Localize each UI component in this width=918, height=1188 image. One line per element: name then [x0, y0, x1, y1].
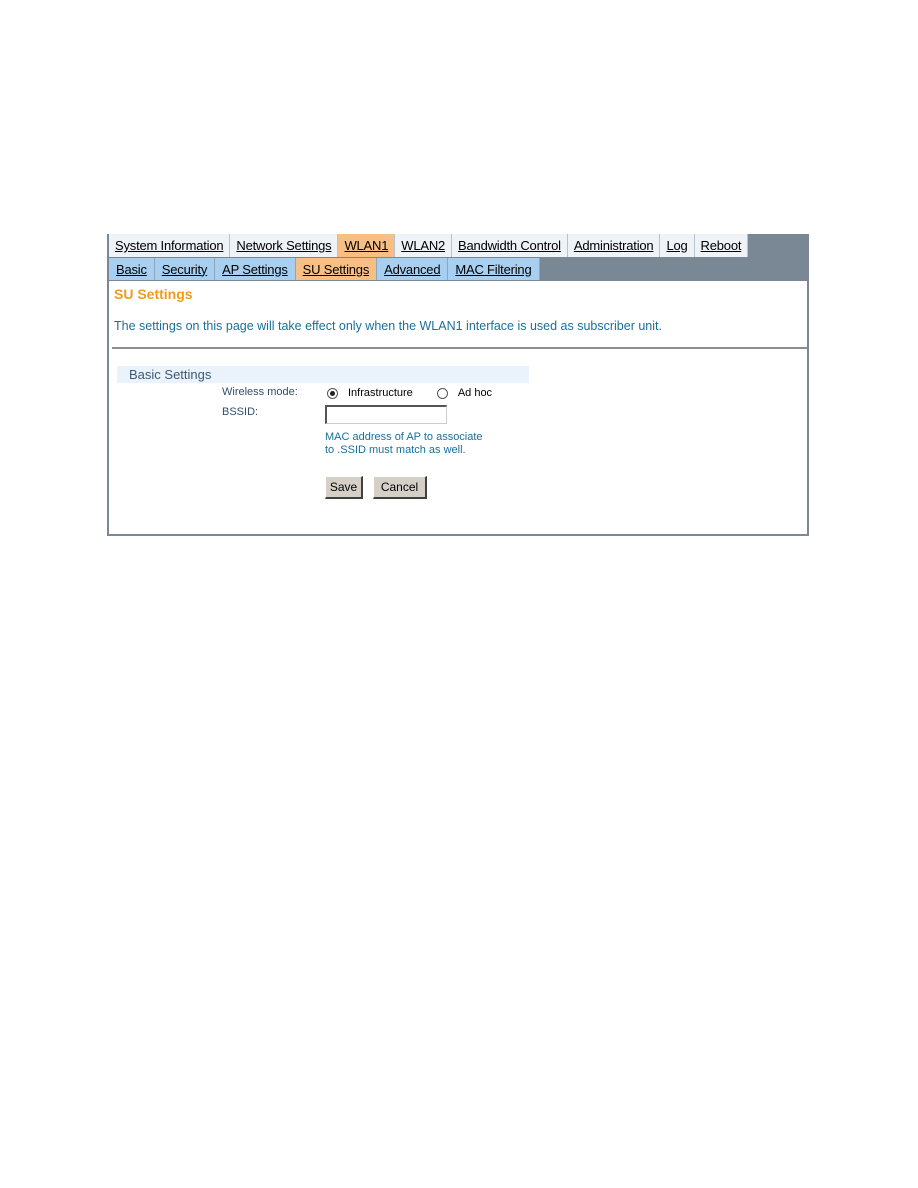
bssid-hint-line-2: to .SSID must match as well.	[325, 444, 466, 456]
radio-infrastructure[interactable]	[327, 387, 338, 399]
subtab-basic[interactable]: Basic	[109, 258, 155, 280]
main-tab-bar: System Information Network Settings WLAN…	[109, 234, 809, 258]
section-header-basic-settings: Basic Settings	[117, 366, 529, 383]
tab-log[interactable]: Log	[660, 234, 695, 257]
radio-ad-hoc-label: Ad hoc	[457, 387, 493, 399]
tab-wlan2[interactable]: WLAN2	[395, 234, 453, 257]
divider	[112, 347, 807, 349]
wireless-mode-radio-group: Infrastructure Ad hoc	[327, 387, 516, 399]
tab-bandwidth-control[interactable]: Bandwidth Control	[452, 234, 568, 257]
settings-panel: System Information Network Settings WLAN…	[107, 234, 809, 536]
subtab-advanced[interactable]: Advanced	[377, 258, 449, 280]
subtab-ap-settings[interactable]: AP Settings	[215, 258, 296, 280]
subtab-mac-filtering[interactable]: MAC Filtering	[448, 258, 540, 280]
tab-system-information[interactable]: System Information	[109, 234, 231, 257]
tab-network-settings[interactable]: Network Settings	[230, 234, 339, 257]
subtab-security[interactable]: Security	[154, 258, 216, 280]
radio-ad-hoc[interactable]	[436, 387, 448, 399]
tab-wlan1[interactable]: WLAN1	[338, 234, 396, 257]
bssid-hint-line-1: MAC address of AP to associate	[325, 431, 483, 443]
tab-reboot[interactable]: Reboot	[694, 234, 749, 257]
wireless-mode-label: Wireless mode:	[222, 386, 298, 398]
page-title: SU Settings	[114, 286, 193, 302]
tab-administration[interactable]: Administration	[567, 234, 661, 257]
save-button[interactable]: Save	[325, 476, 363, 499]
subtab-su-settings[interactable]: SU Settings	[295, 258, 378, 280]
cancel-button[interactable]: Cancel	[373, 476, 427, 499]
bssid-input[interactable]	[325, 405, 447, 424]
bssid-label: BSSID:	[222, 406, 259, 418]
page-note: The settings on this page will take effe…	[114, 319, 662, 333]
radio-infrastructure-label: Infrastructure	[348, 387, 413, 399]
sub-tab-bar: Basic Security AP Settings SU Settings A…	[109, 258, 809, 281]
bssid-hint: MAC address of AP to associate to .SSID …	[325, 431, 483, 457]
